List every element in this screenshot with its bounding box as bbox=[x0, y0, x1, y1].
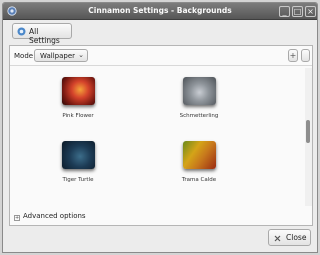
settings-icon bbox=[17, 27, 26, 36]
settings-window: Cinnamon Settings - Backgrounds _ □ × Al… bbox=[2, 2, 318, 253]
expand-plus-icon: + bbox=[14, 215, 20, 221]
window-title: Cinnamon Settings - Backgrounds bbox=[88, 6, 232, 15]
mode-dropdown[interactable]: Wallpaper ⌄ bbox=[34, 49, 88, 62]
advanced-options-label: Advanced options bbox=[23, 212, 86, 220]
wallpaper-thumbnail bbox=[182, 77, 216, 105]
wallpaper-item[interactable]: Pink Flower bbox=[38, 77, 118, 119]
wallpaper-thumbnail bbox=[61, 77, 95, 105]
wallpaper-name: Tiger Turtle bbox=[62, 177, 94, 183]
remove-wallpaper-button[interactable] bbox=[301, 49, 310, 62]
all-settings-label: All Settings bbox=[29, 27, 60, 45]
add-wallpaper-button[interactable]: + bbox=[288, 49, 298, 62]
chevron-down-icon: ⌄ bbox=[78, 51, 84, 59]
maximize-button[interactable]: □ bbox=[292, 6, 303, 17]
mode-label: Mode bbox=[14, 52, 34, 60]
title-bar[interactable]: Cinnamon Settings - Backgrounds _ □ × bbox=[3, 3, 317, 20]
advanced-options-expander[interactable]: + Advanced options bbox=[14, 212, 86, 221]
divider bbox=[10, 65, 312, 66]
wallpaper-item[interactable]: Trama Calde bbox=[159, 141, 239, 183]
close-icon bbox=[274, 235, 281, 242]
window-close-button[interactable]: × bbox=[305, 6, 316, 17]
wallpaper-item[interactable]: Schmetterling bbox=[159, 77, 239, 119]
wallpaper-thumbnail bbox=[182, 141, 216, 169]
wallpaper-item[interactable]: Tiger Turtle bbox=[38, 141, 118, 183]
mode-selected-value: Wallpaper bbox=[40, 52, 76, 60]
wallpaper-list-scrollbar[interactable] bbox=[305, 68, 312, 206]
scrollbar-thumb[interactable] bbox=[306, 120, 310, 143]
wallpaper-name: Trama Calde bbox=[181, 177, 217, 183]
toolbar: All Settings bbox=[3, 20, 317, 45]
wallpaper-name: Pink Flower bbox=[62, 113, 94, 119]
close-button[interactable]: Close bbox=[268, 229, 311, 246]
wallpaper-thumbnail bbox=[61, 141, 95, 169]
backgrounds-panel: Mode Wallpaper ⌄ + Pink Flower Schmetter… bbox=[9, 45, 313, 226]
minimize-button[interactable]: _ bbox=[279, 6, 290, 17]
wallpaper-name: Schmetterling bbox=[179, 113, 219, 119]
close-label: Close bbox=[286, 233, 307, 242]
all-settings-button[interactable]: All Settings bbox=[12, 23, 72, 45]
